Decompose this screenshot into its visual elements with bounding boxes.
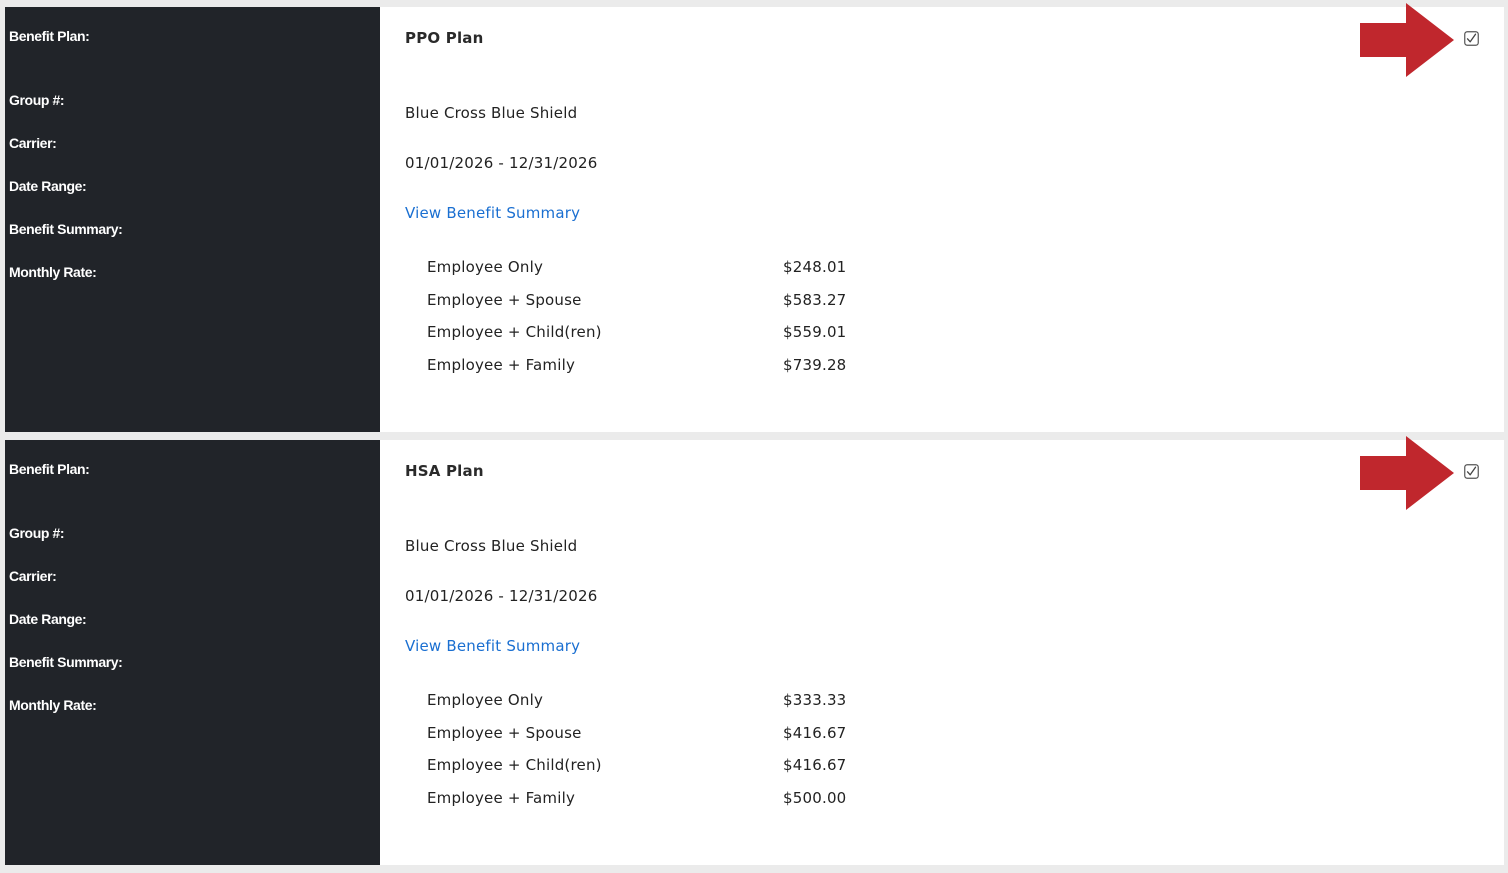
rate-row: Employee Only $333.33: [427, 690, 927, 723]
rate-tier: Employee + Child(ren): [427, 756, 602, 774]
label-carrier: Carrier:: [9, 135, 57, 151]
rate-row: Employee Only $248.01: [427, 257, 927, 290]
rate-tier: Employee + Family: [427, 788, 576, 807]
red-arrow-icon: [1360, 436, 1454, 510]
rate-amount: $248.01: [783, 258, 847, 276]
carrier-value: Blue Cross Blue Shield: [405, 104, 578, 122]
label-benefit-plan: Benefit Plan:: [9, 28, 90, 44]
rate-row: Employee + Family $500.00: [427, 788, 927, 821]
rate-tier: Employee + Child(ren): [427, 323, 602, 341]
benefit-plans-page: Benefit Plan: Group #: Carrier: Date Ran…: [0, 0, 1508, 873]
red-arrow-icon: [1360, 3, 1454, 77]
label-benefit-summary: Benefit Summary:: [9, 221, 123, 237]
rate-amount: $416.67: [783, 723, 847, 742]
label-benefit-summary: Benefit Summary:: [9, 654, 123, 670]
rate-row: Employee + Child(ren) $416.67: [427, 755, 927, 788]
label-benefit-plan: Benefit Plan:: [9, 461, 90, 477]
rate-tier: Employee Only: [427, 258, 544, 276]
rate-row: Employee + Child(ren) $559.01: [427, 322, 927, 355]
plan-name: PPO Plan: [405, 29, 484, 47]
rate-row: Employee + Spouse $583.27: [427, 290, 927, 323]
date-range-value: 01/01/2026 - 12/31/2026: [405, 587, 598, 605]
benefit-plan-card-ppo: Benefit Plan: Group #: Carrier: Date Ran…: [5, 3, 1504, 432]
rate-tier: Employee Only: [427, 691, 544, 709]
field-labels-panel: Benefit Plan: Group #: Carrier: Date Ran…: [5, 440, 380, 865]
rate-amount: $500.00: [783, 788, 847, 807]
view-benefit-summary-link[interactable]: View Benefit Summary: [405, 636, 580, 656]
monthly-rate-table: Employee Only $248.01 Employee + Spouse …: [427, 257, 927, 387]
rate-tier: Employee + Family: [427, 355, 576, 374]
rate-amount: $583.27: [783, 290, 847, 309]
label-monthly-rate: Monthly Rate:: [9, 264, 97, 280]
label-carrier: Carrier:: [9, 568, 57, 584]
plan-name: HSA Plan: [405, 462, 484, 480]
plan-select-checkbox[interactable]: [1464, 31, 1479, 46]
label-date-range: Date Range:: [9, 611, 87, 627]
rate-amount: $739.28: [783, 355, 847, 374]
rate-tier: Employee + Spouse: [427, 723, 582, 742]
rate-row: Employee + Spouse $416.67: [427, 723, 927, 756]
label-monthly-rate: Monthly Rate:: [9, 697, 97, 713]
date-range-value: 01/01/2026 - 12/31/2026: [405, 154, 598, 172]
carrier-value: Blue Cross Blue Shield: [405, 537, 578, 555]
label-date-range: Date Range:: [9, 178, 87, 194]
rate-tier: Employee + Spouse: [427, 290, 582, 309]
field-labels-panel: Benefit Plan: Group #: Carrier: Date Ran…: [5, 7, 380, 432]
rate-row: Employee + Family $739.28: [427, 355, 927, 388]
plan-select-checkbox[interactable]: [1464, 464, 1479, 479]
rate-amount: $416.67: [783, 756, 847, 774]
rate-amount: $333.33: [783, 691, 847, 709]
label-group-number: Group #:: [9, 525, 65, 541]
label-group-number: Group #:: [9, 92, 65, 108]
rate-amount: $559.01: [783, 323, 847, 341]
benefit-plan-card-hsa: Benefit Plan: Group #: Carrier: Date Ran…: [5, 436, 1504, 865]
view-benefit-summary-link[interactable]: View Benefit Summary: [405, 203, 580, 223]
monthly-rate-table: Employee Only $333.33 Employee + Spouse …: [427, 690, 927, 820]
